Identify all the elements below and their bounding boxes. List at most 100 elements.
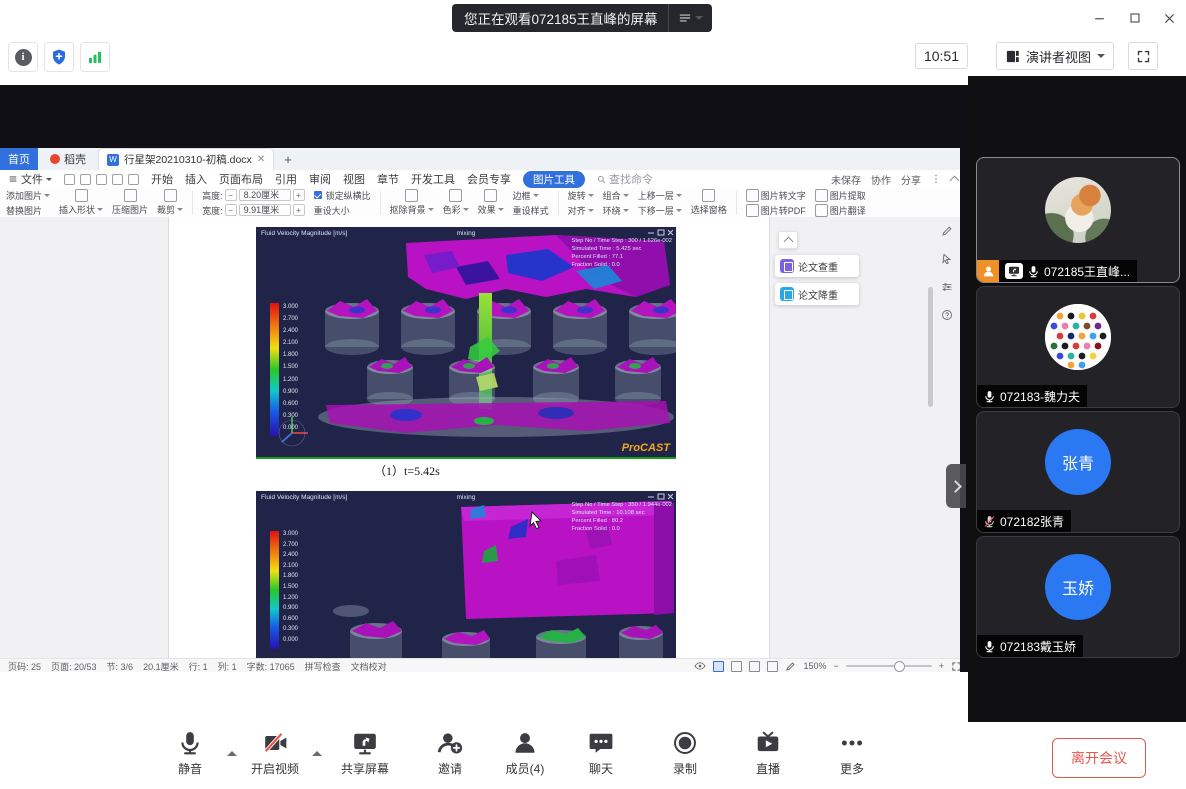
select-cursor-icon[interactable]: [941, 253, 953, 265]
width-stepper[interactable]: 宽度:−9.91厘米+: [202, 204, 305, 217]
border-button[interactable]: 边框: [513, 189, 549, 202]
share-screen-button[interactable]: 共享屏幕: [327, 730, 403, 777]
zoom-out-icon[interactable]: −: [833, 661, 838, 671]
page-view-icon[interactable]: [713, 661, 724, 672]
send-backward-button[interactable]: 下移一层: [638, 204, 682, 217]
menu-membership[interactable]: 会员专享: [467, 171, 511, 187]
members-button[interactable]: 成员(4): [487, 730, 563, 777]
participant-tile-2[interactable]: 072183-魏力夫: [976, 286, 1180, 408]
color-button[interactable]: 色彩: [443, 189, 469, 216]
proofread-button[interactable]: 文档校对: [351, 660, 387, 673]
add-image-button[interactable]: 添加图片: [6, 189, 50, 202]
record-button[interactable]: 录制: [647, 730, 723, 777]
network-status-button[interactable]: [80, 42, 110, 72]
maximize-button[interactable]: [1120, 4, 1150, 32]
image-to-pdf-button[interactable]: 图片转PDF: [746, 204, 806, 217]
undo-icon[interactable]: [112, 174, 123, 185]
effects-button[interactable]: 效果: [478, 189, 504, 216]
wps-home-tab[interactable]: 首页: [0, 148, 38, 170]
zoom-slider-knob[interactable]: [894, 661, 905, 672]
web-view-icon[interactable]: [749, 661, 760, 672]
lock-ratio-checkbox[interactable]: 锁定纵横比: [314, 189, 371, 202]
wrap-button[interactable]: 环绕: [603, 204, 629, 217]
image-to-text-button[interactable]: 图片转文字: [746, 189, 806, 202]
live-stream-button[interactable]: 直播: [730, 730, 806, 777]
read-view-icon[interactable]: [767, 661, 778, 672]
close-tab-icon[interactable]: ✕: [257, 154, 265, 165]
height-stepper[interactable]: 高度:−8.20厘米+: [202, 189, 305, 202]
document-page[interactable]: Fluid Velocity Magnitude [m/s] mixing St…: [168, 217, 770, 658]
view-mode-selector[interactable]: 演讲者视图: [996, 42, 1114, 70]
fullscreen-icon[interactable]: [951, 661, 960, 672]
crop-button[interactable]: 裁剪: [157, 189, 183, 216]
procast-simulation-image-1[interactable]: Fluid Velocity Magnitude [m/s] mixing St…: [256, 227, 676, 459]
selection-pane-button[interactable]: 选择窗格: [691, 189, 727, 216]
menu-page-layout[interactable]: 页面布局: [219, 171, 263, 187]
outline-view-icon[interactable]: [731, 661, 742, 672]
print-icon[interactable]: [80, 174, 91, 185]
insert-shape-button[interactable]: 插入形状: [59, 189, 103, 216]
security-button[interactable]: [44, 42, 74, 72]
start-video-button[interactable]: 开启视频: [237, 730, 313, 777]
adjust-sliders-icon[interactable]: [941, 281, 953, 293]
chat-button[interactable]: 聊天: [563, 730, 639, 777]
video-options-arrow[interactable]: [312, 746, 322, 756]
wps-docer-tab[interactable]: 稻壳: [38, 148, 98, 170]
close-button[interactable]: [1154, 4, 1184, 32]
menu-start[interactable]: 开始: [151, 171, 173, 187]
mute-button[interactable]: 静音: [152, 730, 228, 777]
leave-meeting-button[interactable]: 离开会议: [1052, 738, 1146, 778]
help-icon[interactable]: [941, 309, 953, 321]
participant-tile-3[interactable]: 张青 072182张青: [976, 411, 1180, 533]
scrollbar-thumb[interactable]: [928, 287, 933, 407]
file-menu[interactable]: 文件: [8, 171, 52, 187]
menu-insert[interactable]: 插入: [185, 171, 207, 187]
participant-tile-1[interactable]: 072185王直峰...: [976, 157, 1180, 283]
document-tab[interactable]: W 行星架20210310-初稿.docx ✕: [98, 148, 274, 170]
remove-background-button[interactable]: 抠除背景: [390, 189, 434, 216]
reset-style-button[interactable]: 重设样式: [513, 204, 549, 217]
plus-icon[interactable]: +: [293, 189, 305, 201]
image-translate-button[interactable]: 图片翻译: [815, 204, 866, 217]
command-search[interactable]: 查找命令: [597, 171, 653, 187]
minimize-button[interactable]: [1084, 4, 1114, 32]
menu-dev-tools[interactable]: 开发工具: [411, 171, 455, 187]
more-button[interactable]: 更多: [814, 730, 890, 777]
invite-button[interactable]: 邀请: [412, 730, 488, 777]
align-button[interactable]: 对齐: [568, 204, 594, 217]
menu-review[interactable]: 审阅: [309, 171, 331, 187]
reset-size-button[interactable]: 重设大小: [314, 204, 371, 217]
minus-icon[interactable]: −: [225, 204, 237, 216]
collaborate-button[interactable]: 协作: [871, 172, 891, 187]
mic-options-arrow[interactable]: [227, 746, 237, 756]
paper-check-button[interactable]: 论文查重: [775, 255, 859, 277]
paper-dedup-button[interactable]: 论文降重: [775, 283, 859, 305]
share-button[interactable]: 分享: [901, 172, 921, 187]
zoom-in-icon[interactable]: +: [939, 661, 944, 671]
hide-participants-handle[interactable]: [946, 464, 966, 508]
meeting-info-button[interactable]: i: [8, 42, 38, 72]
rotate-button[interactable]: 旋转: [568, 189, 594, 202]
redo-icon[interactable]: [128, 174, 139, 185]
zoom-level[interactable]: 150%: [803, 661, 826, 671]
spellcheck-button[interactable]: 拼写检查: [305, 660, 341, 673]
collapse-assistant-button[interactable]: [778, 231, 798, 249]
picture-tools-tab[interactable]: 图片工具: [523, 171, 585, 188]
eye-protection-icon[interactable]: [694, 660, 706, 672]
plus-icon[interactable]: +: [293, 204, 305, 216]
procast-simulation-image-2[interactable]: Fluid Velocity Magnitude [m/s] mixing St…: [256, 491, 676, 658]
replace-image-button[interactable]: 替换图片: [6, 204, 50, 217]
group-button[interactable]: 组合: [603, 189, 629, 202]
menu-view[interactable]: 视图: [343, 171, 365, 187]
pen-icon[interactable]: [941, 225, 953, 237]
participant-tile-4[interactable]: 玉娇 072183戴玉娇: [976, 536, 1180, 658]
document-scrollbar[interactable]: [928, 221, 933, 651]
menu-references[interactable]: 引用: [275, 171, 297, 187]
banner-menu-button[interactable]: [668, 4, 712, 32]
image-extract-button[interactable]: 图片提取: [815, 189, 866, 202]
compress-image-button[interactable]: 压缩图片: [112, 189, 148, 216]
menu-section[interactable]: 章节: [377, 171, 399, 187]
more-menu-icon[interactable]: ⋮: [931, 174, 941, 185]
bring-forward-button[interactable]: 上移一层: [638, 189, 682, 202]
zoom-slider[interactable]: [846, 665, 932, 667]
